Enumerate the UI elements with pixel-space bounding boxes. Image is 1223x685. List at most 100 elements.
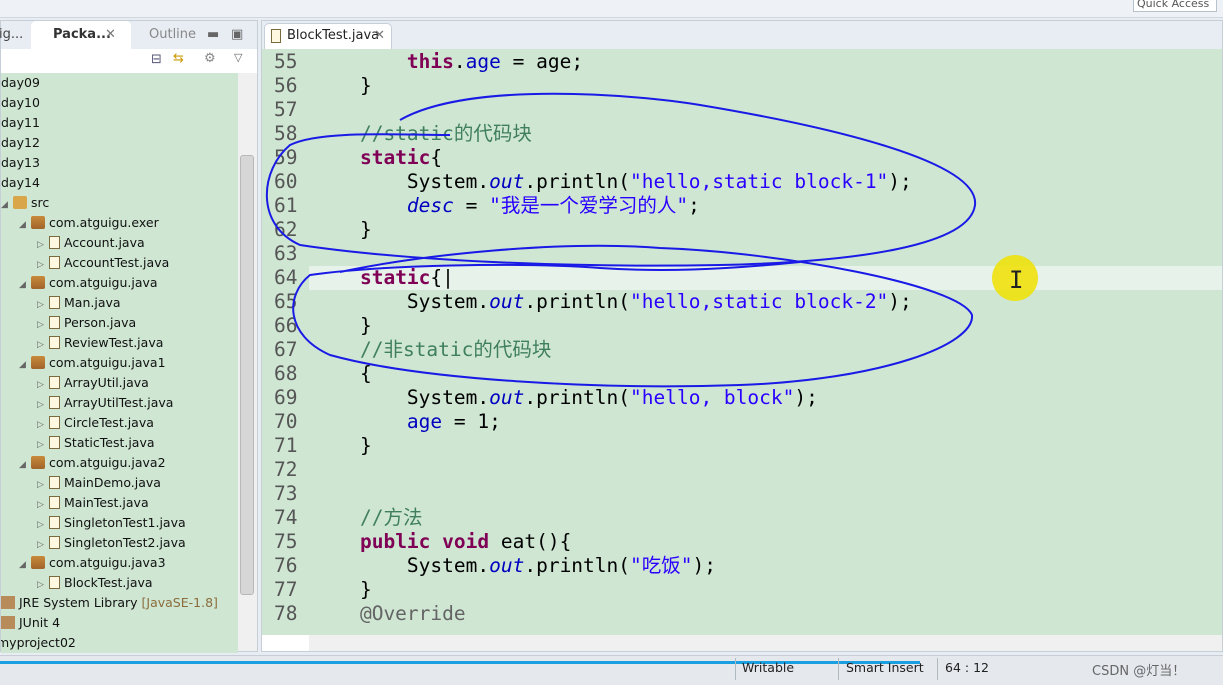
tree-item[interactable]: ▷ SingletonTest2.java [37, 533, 186, 553]
collapsed-arrow-icon[interactable]: ▷ [37, 535, 49, 555]
minimize-icon[interactable]: ▬ [207, 27, 219, 42]
collapsed-arrow-icon[interactable]: ▷ [37, 315, 49, 335]
tab-outline[interactable]: Outline [149, 27, 196, 42]
line-number: 76 [274, 554, 298, 577]
tree-item[interactable]: ▷ ArrayUtil.java [37, 373, 149, 393]
filter-icon[interactable]: ⚙ [204, 51, 216, 66]
java-file-icon [271, 29, 281, 43]
expanded-arrow-icon[interactable]: ◢ [19, 215, 31, 235]
expanded-arrow-icon[interactable]: ◢ [19, 355, 31, 375]
tree-item-label: ArrayUtil.java [64, 375, 149, 390]
close-icon[interactable]: ✕ [105, 27, 116, 42]
tree-item[interactable]: ◢ src [1, 193, 49, 213]
tree-item[interactable]: day12 [1, 133, 40, 153]
tree-item[interactable]: myproject02 [1, 633, 76, 653]
tree-item[interactable]: ▷ ArrayUtilTest.java [37, 393, 173, 413]
tree-item[interactable]: day14 [1, 173, 40, 193]
tree-item[interactable]: ◢ com.atguigu.java3 [19, 553, 166, 573]
code-line: public void eat(){ [313, 530, 571, 554]
lib-icon [1, 596, 15, 609]
tree-item[interactable]: ▷ BlockTest.java [37, 573, 153, 593]
collapsed-arrow-icon[interactable]: ▷ [37, 495, 49, 515]
collapse-all-icon[interactable]: ⊟ [151, 52, 162, 67]
quick-access-input[interactable]: Quick Access [1133, 0, 1217, 12]
code-token: System. [313, 170, 490, 193]
tab-blocktest-java[interactable]: BlockTest.java ✕ [264, 23, 392, 49]
tree-item-label: com.atguigu.java2 [49, 455, 166, 470]
tree-item[interactable]: ▷ AccountTest.java [37, 253, 169, 273]
tree-item[interactable]: day11 [1, 113, 40, 133]
tree-item[interactable]: JUnit 4 [1, 613, 60, 633]
code-token: System. [313, 290, 490, 313]
collapsed-arrow-icon[interactable]: ▷ [37, 415, 49, 435]
collapsed-arrow-icon[interactable]: ▷ [37, 575, 49, 595]
java-icon [49, 376, 60, 389]
horizontal-scrollbar[interactable] [309, 635, 1222, 651]
tab-navigator[interactable]: ig... [0, 27, 23, 42]
tree-item-label: AccountTest.java [64, 255, 170, 270]
code-token: ); [692, 554, 716, 577]
expanded-arrow-icon[interactable]: ◢ [19, 555, 31, 575]
code-line: } [313, 578, 372, 602]
tree-item[interactable]: ▷ Man.java [37, 293, 121, 313]
tree-item[interactable]: day09 [1, 73, 40, 93]
tree-item[interactable]: ▷ Account.java [37, 233, 145, 253]
tree-item[interactable]: ◢ com.atguigu.exer [19, 213, 159, 233]
tab-package-explorer[interactable]: Packa... [53, 27, 111, 42]
java-icon [49, 296, 60, 309]
code-area[interactable]: this.age = age; } //static的代码块 static{ S… [309, 49, 1222, 635]
tree-item[interactable]: day13 [1, 153, 40, 173]
lib-icon [1, 616, 15, 629]
expanded-arrow-icon[interactable]: ◢ [19, 455, 31, 475]
tree-scrollbar[interactable] [238, 73, 257, 651]
tree-item[interactable]: ▷ ReviewTest.java [37, 333, 163, 353]
maximize-icon[interactable]: ▣ [231, 27, 243, 42]
tree-item[interactable]: ▷ SingletonTest1.java [37, 513, 186, 533]
line-number: 72 [274, 458, 298, 481]
collapsed-arrow-icon[interactable]: ▷ [37, 235, 49, 255]
expanded-arrow-icon[interactable]: ◢ [19, 275, 31, 295]
line-number: 71 [274, 434, 298, 457]
view-menu-icon[interactable]: ▽ [234, 51, 242, 64]
code-token: = [453, 194, 490, 217]
writable-status: Writable [742, 660, 795, 675]
code-token: "hello,static block-2" [630, 290, 889, 313]
code-token: { [430, 146, 443, 169]
tree-item[interactable]: ▷ MainDemo.java [37, 473, 161, 493]
code-line: System.out.println("hello,static block-1… [313, 170, 912, 194]
tree-item[interactable]: ▷ StaticTest.java [37, 433, 155, 453]
collapsed-arrow-icon[interactable]: ▷ [37, 395, 49, 415]
tree-item[interactable]: ▷ Person.java [37, 313, 136, 333]
tree-item-label: SingletonTest1.java [64, 515, 186, 530]
tree-item[interactable]: ▷ CircleTest.java [37, 413, 154, 433]
line-number: 77 [274, 578, 298, 601]
tree-item[interactable]: ◢ com.atguigu.java1 [19, 353, 166, 373]
tree-item[interactable]: JRE System Library [JavaSE-1.8] [1, 593, 218, 613]
code-token: "hello, block" [630, 386, 795, 409]
collapsed-arrow-icon[interactable]: ▷ [37, 375, 49, 395]
code-token: } [313, 314, 372, 337]
code-token: public [359, 530, 431, 553]
code-line: //方法 [313, 506, 423, 530]
tree-item[interactable]: ◢ com.atguigu.java [19, 273, 158, 293]
tree-item[interactable]: ◢ com.atguigu.java2 [19, 453, 166, 473]
collapsed-arrow-icon[interactable]: ▷ [37, 295, 49, 315]
java-icon [49, 336, 60, 349]
expanded-arrow-icon[interactable]: ◢ [1, 195, 13, 215]
collapsed-arrow-icon[interactable]: ▷ [37, 515, 49, 535]
tree-item[interactable]: day10 [1, 93, 40, 113]
collapsed-arrow-icon[interactable]: ▷ [37, 335, 49, 355]
code-token: out [489, 170, 525, 193]
line-number: 67 [274, 338, 298, 361]
close-icon[interactable]: ✕ [374, 24, 385, 48]
status-bar: Writable Smart Insert 64 : 12 CSDN @灯当！ [0, 655, 1223, 685]
insert-mode-status: Smart Insert [846, 660, 924, 675]
collapsed-arrow-icon[interactable]: ▷ [37, 475, 49, 495]
code-token: "hello,static block-1" [630, 170, 889, 193]
tree-item[interactable]: ▷ MainTest.java [37, 493, 149, 513]
collapsed-arrow-icon[interactable]: ▷ [37, 435, 49, 455]
collapsed-arrow-icon[interactable]: ▷ [37, 255, 49, 275]
scrollbar-thumb[interactable] [240, 155, 254, 595]
link-editor-icon[interactable]: ⇆ [173, 51, 184, 66]
tree-item-label: day10 [1, 95, 40, 110]
